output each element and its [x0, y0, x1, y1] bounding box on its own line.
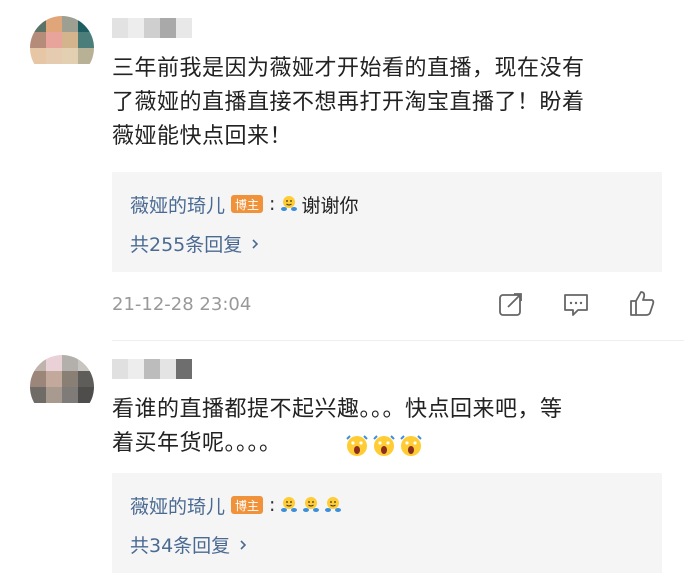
reply-line: 薇娅的琦儿 博主 : 谢谢你 [130, 190, 358, 218]
reply-author[interactable]: 薇娅的琦儿 [130, 492, 225, 519]
avatar[interactable] [30, 355, 94, 419]
reply-count-label: 共255条回复 [130, 234, 243, 256]
avatar[interactable] [30, 16, 94, 80]
reply-message: 谢谢你 [301, 194, 359, 217]
hug-emoji-icon [281, 196, 298, 211]
blogger-badge: 博主 [231, 496, 264, 514]
chevron-right-icon [252, 238, 259, 249]
reply-colon: : [269, 193, 276, 215]
chevron-right-icon [240, 539, 247, 550]
share-icon[interactable] [496, 289, 526, 319]
like-icon[interactable] [627, 288, 657, 318]
username-blurred[interactable] [112, 359, 192, 379]
hug-emoji-icon [281, 497, 298, 512]
reply-author[interactable]: 薇娅的琦儿 [130, 191, 225, 218]
comment-text: 三年前我是因为薇娅才开始看的直播，现在没有 了薇娅的直播直接不想再打开淘宝直播了… [112, 56, 585, 149]
comment-item: 三年前我是因为薇娅才开始看的直播，现在没有 了薇娅的直播直接不想再打开淘宝直播了… [0, 0, 684, 340]
comment-icon[interactable] [561, 289, 591, 319]
hug-emoji-icon [303, 497, 320, 512]
blogger-badge: 博主 [231, 195, 264, 213]
reply-count-link[interactable]: 共255条回复 [130, 230, 260, 257]
reply-box[interactable]: 薇娅的琦儿 博主 : 谢谢你 共255条回复 [112, 172, 662, 272]
reply-count-link[interactable]: 共34条回复 [130, 531, 248, 558]
hug-emoji-icon [325, 497, 342, 512]
comment-item: 看谁的直播都提不起兴趣。。。快点回来吧，等 着买年货呢。。。。 薇娅的琦儿 博主… [0, 341, 684, 584]
comment-timestamp: 21-12-28 23:04 [112, 294, 252, 315]
reply-box[interactable]: 薇娅的琦儿 博主 : 共34条回复 [112, 473, 662, 573]
reply-count-label: 共34条回复 [130, 535, 231, 557]
username-blurred[interactable] [112, 18, 192, 38]
reply-colon: : [269, 494, 276, 516]
scream-emoji-icon [346, 435, 422, 456]
reply-line: 薇娅的琦儿 博主 : [130, 491, 345, 519]
